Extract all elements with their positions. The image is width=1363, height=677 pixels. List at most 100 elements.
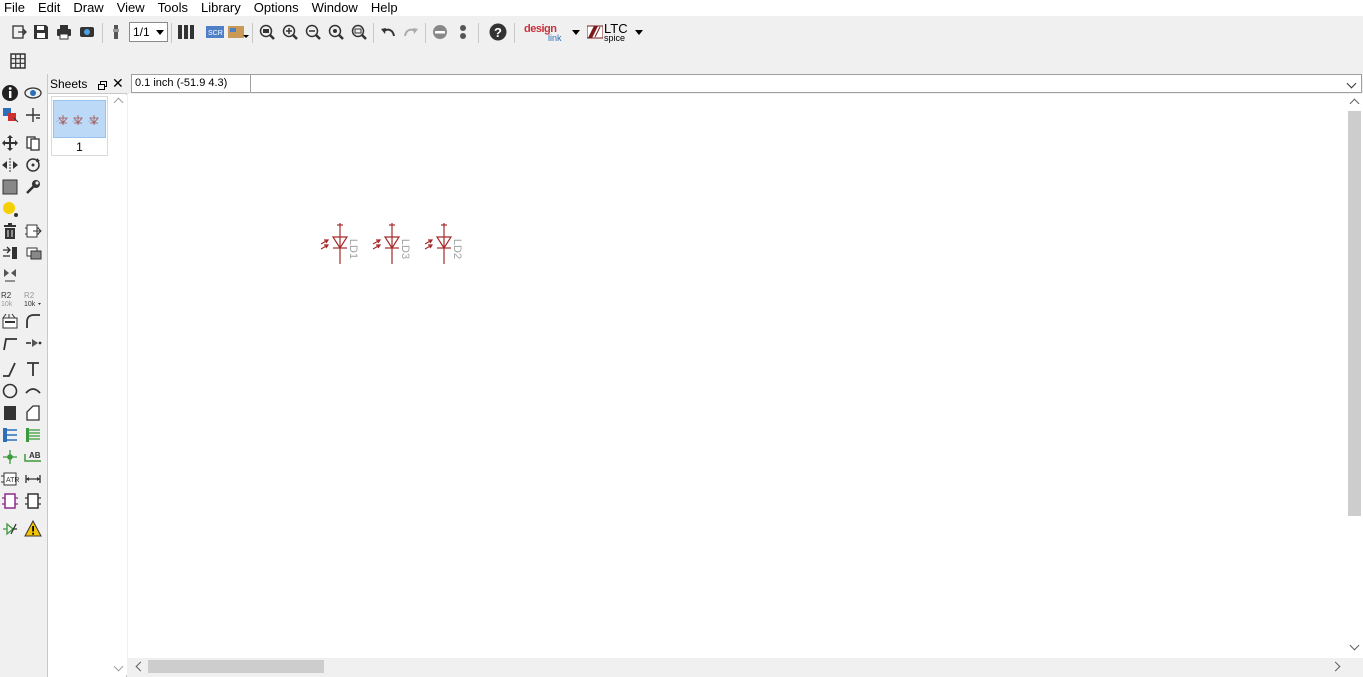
zoom-redraw-icon[interactable]: [325, 21, 347, 43]
horizontal-scroll-thumb[interactable]: [148, 660, 324, 673]
print-icon[interactable]: [53, 21, 75, 43]
ltcspice-logo[interactable]: LTC spice: [587, 21, 633, 45]
toolbar-separator: [102, 23, 103, 43]
eagle-schematic-window: File Edit Draw View Tools Library Option…: [0, 0, 1363, 677]
module-icon[interactable]: [0, 491, 20, 511]
menu-view[interactable]: View: [112, 0, 150, 16]
chevron-down-icon: [156, 30, 164, 35]
undo-icon[interactable]: [377, 21, 399, 43]
warning-icon[interactable]: [23, 519, 43, 539]
menu-options[interactable]: Options: [249, 0, 304, 16]
rotate-icon[interactable]: [23, 155, 43, 175]
zoom-area-icon[interactable]: [348, 21, 370, 43]
sheet-selector-value: 1/1: [133, 25, 150, 39]
command-line-input[interactable]: [250, 74, 1362, 93]
value-icon[interactable]: R2 10k: [23, 289, 43, 309]
menu-window[interactable]: Window: [307, 0, 363, 16]
scroll-up-icon[interactable]: [113, 97, 124, 108]
attribute-icon[interactable]: ATR: [0, 469, 20, 489]
bus-icon[interactable]: [0, 425, 20, 445]
polygon-icon[interactable]: [23, 403, 43, 423]
save-icon[interactable]: [30, 21, 52, 43]
scroll-down-icon[interactable]: [1349, 640, 1360, 651]
zoom-fit-icon[interactable]: [256, 21, 278, 43]
label-icon[interactable]: AB: [23, 447, 43, 467]
rectangle-icon[interactable]: [0, 403, 20, 423]
replace-icon[interactable]: [0, 243, 20, 263]
cam-icon[interactable]: [76, 21, 98, 43]
mirror-icon[interactable]: [0, 155, 20, 175]
port-icon[interactable]: [23, 491, 43, 511]
designlink-logo-line2: link: [548, 33, 562, 43]
designlink-logo[interactable]: design link: [522, 21, 568, 45]
export-icon[interactable]: [8, 21, 30, 43]
miter-icon[interactable]: [23, 311, 43, 331]
sheet-number: 1: [76, 140, 83, 154]
close-panel-icon[interactable]: ✕: [112, 75, 124, 91]
help-icon[interactable]: ?: [487, 21, 509, 43]
dimension-icon[interactable]: [23, 469, 43, 489]
sheet-selector[interactable]: 1/1: [129, 22, 168, 42]
split-icon[interactable]: [0, 333, 20, 353]
scroll-up-icon[interactable]: [1349, 98, 1360, 109]
sheet-select-icon[interactable]: [105, 21, 127, 43]
zoom-out-icon[interactable]: [302, 21, 324, 43]
svg-text:10k: 10k: [24, 301, 36, 308]
sheet-thumbnail[interactable]: [53, 100, 106, 138]
schematic-board-icon[interactable]: [175, 21, 197, 43]
pinswap-icon[interactable]: [23, 333, 43, 353]
redo-icon[interactable]: [400, 21, 422, 43]
info-icon[interactable]: [0, 83, 20, 103]
arc-icon[interactable]: [23, 381, 43, 401]
stop-icon[interactable]: [429, 21, 451, 43]
zoom-in-icon[interactable]: [279, 21, 301, 43]
go-icon[interactable]: [452, 21, 474, 43]
menu-library[interactable]: Library: [196, 0, 246, 16]
copy-icon[interactable]: [23, 133, 43, 153]
menu-edit[interactable]: Edit: [33, 0, 65, 16]
canvas-vertical-scrollbar[interactable]: [1346, 94, 1363, 658]
name-icon[interactable]: R2 10k: [0, 289, 20, 309]
svg-text:R2: R2: [1, 291, 12, 300]
junction-icon[interactable]: [0, 447, 20, 467]
show-icon[interactable]: [23, 83, 43, 103]
menu-tools[interactable]: Tools: [153, 0, 193, 16]
sheets-scrollbar[interactable]: [111, 95, 127, 675]
vertical-scroll-thumb[interactable]: [1348, 111, 1361, 516]
mark-icon[interactable]: [23, 105, 43, 125]
change-icon[interactable]: [23, 177, 43, 197]
ltcspice-logo-line2: spice: [604, 33, 626, 43]
invoke-icon[interactable]: [23, 243, 43, 263]
gateswap-icon[interactable]: [0, 265, 20, 285]
led-symbol[interactable]: [320, 223, 349, 264]
scr-icon[interactable]: SCR: [204, 21, 226, 43]
paste-icon[interactable]: [0, 199, 20, 219]
group-icon[interactable]: [0, 177, 20, 197]
scroll-down-icon[interactable]: [113, 661, 124, 672]
scroll-left-icon[interactable]: [135, 661, 146, 672]
smash-icon[interactable]: [0, 311, 20, 331]
ulp-icon[interactable]: [227, 21, 249, 43]
main-toolbar: 1/1 SCR ? design link LTC spice: [0, 17, 1363, 49]
menu-help[interactable]: Help: [366, 0, 403, 16]
led-symbol[interactable]: [424, 223, 453, 264]
menu-file[interactable]: File: [0, 0, 30, 16]
schematic-canvas[interactable]: LD1 LD3 LD2: [128, 94, 1346, 658]
ltcspice-dropdown-icon[interactable]: [635, 30, 643, 35]
circle-icon[interactable]: [0, 381, 20, 401]
erc-icon[interactable]: [0, 519, 20, 539]
add-icon[interactable]: [23, 221, 43, 241]
menu-draw[interactable]: Draw: [68, 0, 108, 16]
wire-icon[interactable]: [0, 359, 20, 379]
canvas-horizontal-scrollbar[interactable]: [128, 658, 1346, 675]
move-icon[interactable]: [0, 133, 20, 153]
float-panel-icon[interactable]: [98, 79, 107, 90]
display-layers-icon[interactable]: [0, 105, 20, 125]
scroll-right-icon[interactable]: [1330, 661, 1341, 672]
led-symbol[interactable]: [372, 223, 401, 264]
net-icon[interactable]: [23, 425, 43, 445]
delete-icon[interactable]: [0, 221, 20, 241]
text-icon[interactable]: [23, 359, 43, 379]
grid-icon[interactable]: [7, 50, 29, 72]
designlink-dropdown-icon[interactable]: [572, 30, 580, 35]
